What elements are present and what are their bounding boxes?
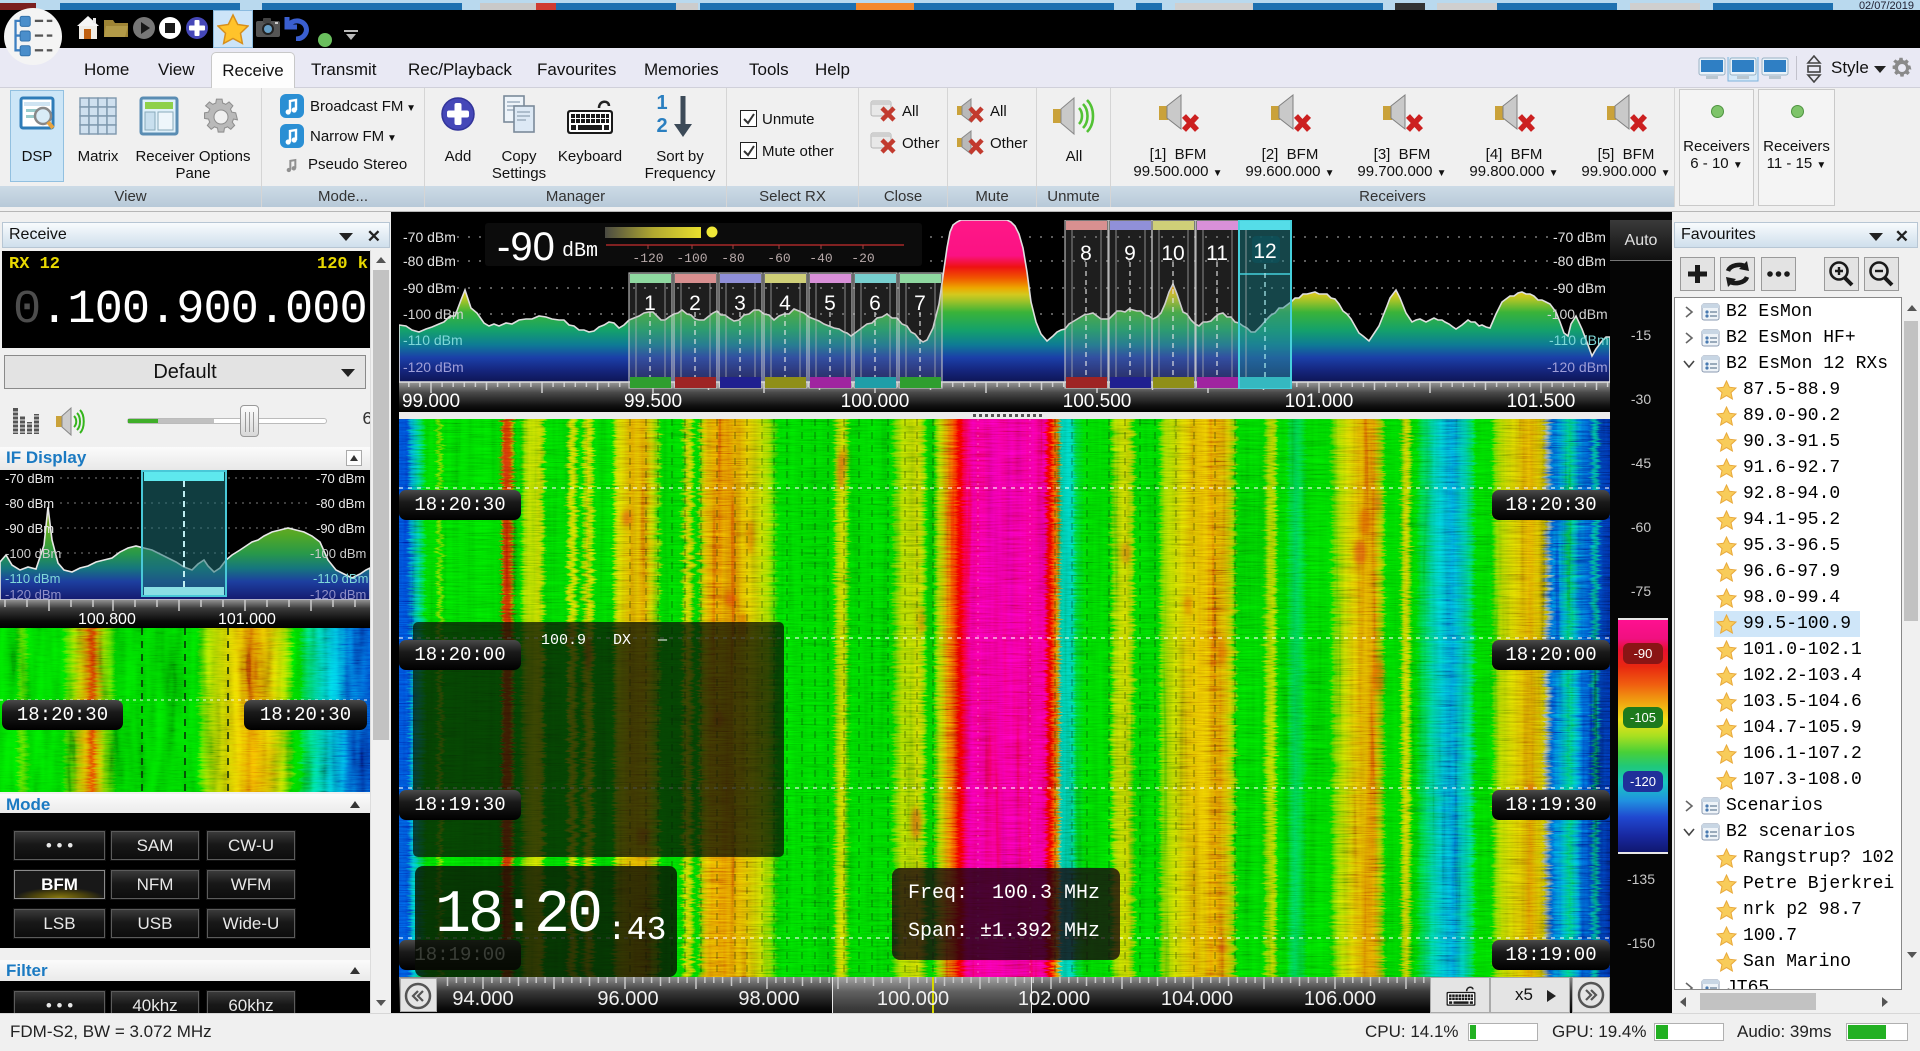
svg-text:-90 dBm: -90 dBm bbox=[1553, 280, 1606, 296]
svg-text:-70 dBm: -70 dBm bbox=[316, 471, 365, 486]
svg-text:7: 7 bbox=[914, 292, 926, 315]
svg-text:-110 dBm: -110 dBm bbox=[5, 571, 60, 586]
svg-text:12: 12 bbox=[1253, 240, 1276, 263]
svg-text:10: 10 bbox=[1161, 242, 1184, 265]
svg-text:-100: -100 bbox=[676, 251, 707, 266]
svg-text:-100 dBm: -100 dBm bbox=[5, 546, 61, 561]
svg-text:6: 6 bbox=[869, 292, 881, 315]
svg-text:-110 dBm: -110 dBm bbox=[403, 332, 463, 348]
svg-text:2: 2 bbox=[689, 292, 701, 315]
svg-text:-90: -90 bbox=[497, 225, 555, 269]
svg-text:1: 1 bbox=[644, 292, 656, 315]
svg-text:-70 dBm: -70 dBm bbox=[1553, 229, 1606, 245]
svg-text:96.000: 96.000 bbox=[597, 988, 658, 1010]
svg-text:-20: -20 bbox=[851, 251, 874, 266]
svg-text:-80 dBm: -80 dBm bbox=[403, 253, 456, 269]
svg-text:-70 dBm: -70 dBm bbox=[5, 471, 54, 486]
svg-text:-110 dBm: -110 dBm bbox=[1549, 332, 1609, 348]
svg-text:-80 dBm: -80 dBm bbox=[5, 496, 54, 511]
svg-text:-80 dBm: -80 dBm bbox=[316, 496, 365, 511]
svg-text:98.000: 98.000 bbox=[738, 988, 799, 1010]
svg-text:-90 dBm: -90 dBm bbox=[403, 280, 456, 296]
svg-text:99.500: 99.500 bbox=[624, 391, 682, 412]
svg-text:100.000: 100.000 bbox=[841, 391, 910, 412]
svg-text:-110 dBm: -110 dBm bbox=[313, 571, 368, 586]
svg-text:100.500: 100.500 bbox=[1063, 391, 1132, 412]
svg-text:-120: -120 bbox=[632, 251, 663, 266]
svg-text:-70 dBm: -70 dBm bbox=[403, 229, 456, 245]
svg-text:101.500: 101.500 bbox=[1507, 391, 1576, 412]
svg-text:-90 dBm: -90 dBm bbox=[5, 521, 54, 536]
svg-text:-60: -60 bbox=[767, 251, 790, 266]
svg-text:dBm: dBm bbox=[562, 240, 598, 263]
svg-text:8: 8 bbox=[1080, 242, 1092, 265]
svg-text:-120 dBm: -120 dBm bbox=[1547, 359, 1608, 375]
svg-text:102.000: 102.000 bbox=[1018, 988, 1090, 1010]
svg-text:100.000: 100.000 bbox=[877, 988, 949, 1010]
svg-text:101.000: 101.000 bbox=[1285, 391, 1354, 412]
svg-text:104.000: 104.000 bbox=[1161, 988, 1233, 1010]
svg-text:-40: -40 bbox=[809, 251, 832, 266]
svg-text:4: 4 bbox=[779, 292, 791, 315]
svg-text:-80: -80 bbox=[721, 251, 744, 266]
svg-text:94.000: 94.000 bbox=[452, 988, 513, 1010]
svg-text:11: 11 bbox=[1206, 242, 1228, 265]
svg-text:106.000: 106.000 bbox=[1304, 988, 1376, 1010]
svg-text:3: 3 bbox=[734, 292, 746, 315]
svg-text:5: 5 bbox=[824, 292, 836, 315]
svg-text:-100 dBm: -100 dBm bbox=[403, 306, 464, 322]
svg-text:100.800: 100.800 bbox=[78, 611, 136, 628]
svg-text:-120 dBm: -120 dBm bbox=[5, 587, 61, 600]
svg-text:-120 dBm: -120 dBm bbox=[310, 587, 366, 600]
svg-text:-90 dBm: -90 dBm bbox=[316, 521, 365, 536]
svg-text:9: 9 bbox=[1124, 242, 1136, 265]
svg-text:-120 dBm: -120 dBm bbox=[403, 359, 464, 375]
svg-text:-100 dBm: -100 dBm bbox=[310, 546, 366, 561]
svg-text:99.000: 99.000 bbox=[402, 391, 460, 412]
svg-text:101.000: 101.000 bbox=[218, 611, 276, 628]
svg-text:-100 dBm: -100 dBm bbox=[1547, 306, 1608, 322]
svg-text:-80 dBm: -80 dBm bbox=[1553, 253, 1606, 269]
